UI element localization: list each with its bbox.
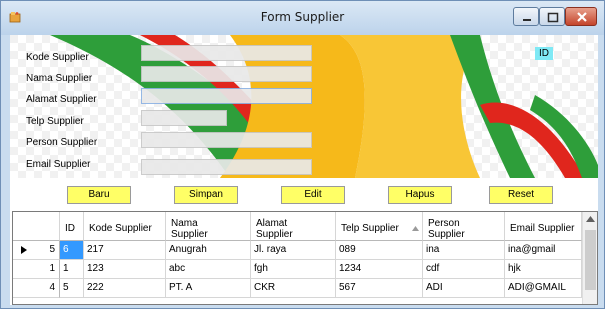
person-header-text: Person Supplier [428,218,465,240]
row-number: 1 [49,263,55,274]
cell-alamat[interactable]: CKR [251,279,336,298]
row-header-corner[interactable] [13,212,60,241]
close-button[interactable] [565,7,597,26]
column-header-alamat-supplier[interactable]: Alamat Supplier [251,212,336,241]
current-row-arrow-icon [21,246,27,254]
cell-alamat[interactable]: fgh [251,260,336,279]
maximize-icon [547,12,559,23]
cell-telp[interactable]: 567 [336,279,423,298]
column-header-email-supplier[interactable]: Email Supplier [505,212,582,241]
row-number: 5 [49,244,55,255]
email-supplier-label: Email Supplier [26,159,91,170]
cell-person[interactable]: ADI [423,279,505,298]
grid-vertical-scrollbar[interactable] [582,212,597,304]
edit-button[interactable]: Edit [281,186,345,204]
column-header-nama-supplier[interactable]: Nama Supplier [166,212,251,241]
minimize-icon [523,19,531,21]
cell-nama[interactable]: PT. A [166,279,251,298]
reset-button[interactable]: Reset [489,186,553,204]
close-icon [577,12,587,22]
minimize-button[interactable] [513,7,539,26]
maximize-button[interactable] [539,7,565,26]
cell-telp[interactable]: 089 [336,241,423,260]
telp-supplier-field[interactable] [141,110,227,126]
cell-kode[interactable]: 123 [84,260,166,279]
person-supplier-field[interactable] [141,132,312,148]
alamat-header-text: Alamat Supplier [256,218,293,240]
cell-kode[interactable]: 217 [84,241,166,260]
scrollbar-thumb[interactable] [585,230,596,290]
alamat-supplier-label: Alamat Supplier [26,94,97,105]
kode-supplier-field[interactable] [141,45,312,61]
column-header-kode-supplier[interactable]: Kode Supplier [84,212,166,241]
sort-ascending-icon [412,226,419,231]
nama-supplier-label: Nama Supplier [26,73,93,84]
telp-header-text: Telp Supplier [341,223,399,234]
row-number: 4 [49,282,55,293]
cell-id[interactable]: 6 [60,241,84,260]
cell-nama[interactable]: Anugrah [166,241,251,260]
email-supplier-field[interactable] [141,159,312,175]
alamat-supplier-field[interactable] [141,88,312,104]
nama-supplier-field[interactable] [141,66,312,82]
cell-person[interactable]: ina [423,241,505,260]
row-header[interactable]: 4 [13,279,60,298]
column-header-id[interactable]: ID [60,212,84,241]
nama-header-text: Nama Supplier [171,218,208,240]
title-bar[interactable]: Form Supplier [1,1,604,35]
cell-email[interactable]: ADI@GMAIL [505,279,582,298]
simpan-button[interactable]: Simpan [174,186,238,204]
cell-person[interactable]: cdf [423,260,505,279]
supplier-data-grid[interactable]: ID Kode Supplier Nama Supplier Alamat Su… [12,211,598,305]
row-header[interactable]: 5 [13,241,60,260]
cell-email[interactable]: hjk [505,260,582,279]
hapus-button[interactable]: Hapus [388,186,452,204]
column-header-person-supplier[interactable]: Person Supplier [423,212,505,241]
cell-nama[interactable]: abc [166,260,251,279]
cell-kode[interactable]: 222 [84,279,166,298]
person-supplier-label: Person Supplier [26,137,98,148]
cell-telp[interactable]: 1234 [336,260,423,279]
baru-button[interactable]: Baru [67,186,131,204]
id-value-label: ID [535,47,553,60]
cell-alamat[interactable]: Jl. raya [251,241,336,260]
kode-supplier-label: Kode Supplier [26,52,89,63]
telp-supplier-label: Telp Supplier [26,116,84,127]
scroll-up-icon [586,216,595,222]
form-client-area: Kode Supplier Nama Supplier Alamat Suppl… [10,35,598,305]
column-header-telp-supplier[interactable]: Telp Supplier [336,212,423,241]
cell-id[interactable]: 5 [60,279,84,298]
cell-id[interactable]: 1 [60,260,84,279]
form-supplier-window: Form Supplier Kode Supplier Nama Supplie… [0,0,605,309]
cell-email[interactable]: ina@gmail [505,241,582,260]
row-header[interactable]: 1 [13,260,60,279]
